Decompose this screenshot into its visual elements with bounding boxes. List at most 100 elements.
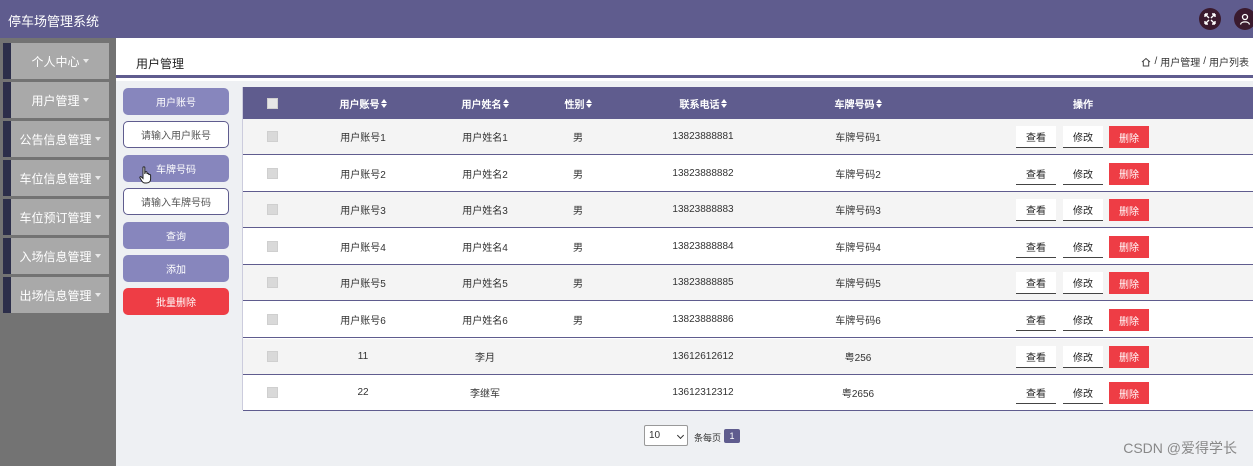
cell-gender: 男 — [573, 316, 583, 327]
cell-gender: 男 — [573, 206, 583, 218]
user-avatar-icon[interactable] — [1234, 8, 1253, 30]
view-button[interactable]: 查看 — [1016, 235, 1056, 258]
checkbox-cell — [261, 192, 283, 227]
column-header-gender[interactable]: 性别 — [543, 87, 613, 119]
delete-button[interactable]: 删除 — [1109, 272, 1149, 295]
caret-down-icon — [82, 98, 89, 102]
view-button[interactable]: 查看 — [1016, 162, 1056, 185]
cell-name: 用户姓名1 — [462, 133, 508, 144]
delete-button[interactable]: 删除 — [1109, 126, 1149, 148]
view-button[interactable]: 查看 — [1016, 199, 1056, 222]
cell-phone: 13823888883 — [672, 204, 734, 216]
cell-name: 用户姓名5 — [462, 279, 508, 291]
breadcrumb-separator: / — [1203, 56, 1206, 67]
delete-button[interactable]: 删除 — [1109, 199, 1149, 222]
row-checkbox[interactable] — [266, 277, 278, 289]
table-row: 用户账号2 用户姓名2 男 13823888882 车牌号码2 查看 修改 删除 — [243, 155, 1253, 192]
column-header-name[interactable]: 用户姓名 — [435, 87, 535, 119]
account-label: 用户账号 — [123, 88, 229, 115]
page-size-value: 10 — [649, 430, 661, 441]
sidebar-item-notice-management[interactable]: 公告信息管理 — [3, 121, 109, 157]
view-button[interactable]: 查看 — [1016, 309, 1056, 331]
edit-button[interactable]: 修改 — [1063, 162, 1103, 185]
column-header-plate[interactable]: 车牌号码 — [798, 87, 918, 119]
sidebar-item-user-management[interactable]: 用户管理 — [3, 82, 109, 118]
cell-phone: 13612312312 — [672, 387, 734, 399]
breadcrumb: / 用户管理 / 用户列表 — [1141, 54, 1249, 69]
sidebar: 个人中心 用户管理 公告信息管理 车位信息管理 车位预订管理 入场信息管理 出场… — [0, 38, 116, 466]
row-checkbox[interactable] — [266, 204, 278, 216]
fullscreen-icon[interactable] — [1199, 8, 1221, 30]
sidebar-item-exit-management[interactable]: 出场信息管理 — [3, 277, 109, 313]
row-checkbox[interactable] — [266, 240, 278, 252]
edit-button[interactable]: 修改 — [1063, 235, 1103, 258]
cell-phone: 13823888881 — [672, 131, 734, 142]
breadcrumb-user-management[interactable]: 用户管理 — [1160, 54, 1200, 69]
cell-name: 李月 — [475, 352, 495, 364]
row-checkbox[interactable] — [266, 167, 278, 179]
sidebar-item-label: 个人中心 — [31, 54, 80, 69]
sort-icon — [875, 98, 882, 108]
sidebar-item-personal-center[interactable]: 个人中心 — [3, 43, 109, 79]
column-header-account[interactable]: 用户账号 — [313, 87, 413, 119]
cell-phone: 13823888885 — [672, 277, 734, 289]
page-size-select[interactable]: 10 — [644, 425, 688, 446]
delete-button[interactable]: 删除 — [1109, 382, 1149, 405]
cell-phone: 13823888884 — [672, 240, 734, 252]
cell-plate: 车牌号码2 — [835, 169, 881, 181]
cell-gender — [543, 339, 613, 374]
query-button[interactable]: 查询 — [123, 222, 229, 249]
checkbox-cell — [261, 302, 283, 337]
edit-button[interactable]: 修改 — [1063, 345, 1103, 368]
batch-delete-button[interactable]: 批量删除 — [123, 288, 229, 315]
cell-phone: 13612612612 — [672, 350, 734, 362]
view-button[interactable]: 查看 — [1016, 382, 1056, 405]
sort-icon — [502, 98, 509, 108]
column-header-phone[interactable]: 联系电话 — [643, 87, 763, 119]
home-icon[interactable] — [1141, 57, 1151, 67]
view-button[interactable]: 查看 — [1016, 126, 1056, 148]
table-row: 用户账号1 用户姓名1 男 13823888881 车牌号码1 查看 修改 删除 — [243, 119, 1253, 155]
main-content: 用户管理 / 用户管理 / 用户列表 用户账号 请输入用户账号 车牌号码 请输入… — [116, 38, 1253, 466]
cell-account: 22 — [357, 387, 369, 399]
cell-account: 用户账号5 — [340, 279, 386, 291]
table-header: 用户账号 用户姓名 性别 联系电话 车牌号码 操作 — [243, 87, 1253, 119]
edit-button[interactable]: 修改 — [1063, 309, 1103, 331]
top-bar: 停车场管理系统 — [0, 0, 1253, 38]
header-bar: 用户管理 / 用户管理 / 用户列表 — [116, 38, 1253, 78]
table-row: 22 李继军 13612312312 粤2656 查看 修改 删除 — [243, 375, 1253, 412]
view-button[interactable]: 查看 — [1016, 345, 1056, 368]
sidebar-item-reservation-management[interactable]: 车位预订管理 — [3, 199, 109, 235]
row-checkbox[interactable] — [266, 131, 278, 142]
row-checkbox[interactable] — [266, 350, 278, 362]
plate-input[interactable]: 请输入车牌号码 — [123, 188, 229, 215]
cell-gender: 男 — [573, 279, 583, 291]
caret-down-icon — [94, 137, 101, 141]
sidebar-item-space-management[interactable]: 车位信息管理 — [3, 160, 109, 196]
delete-button[interactable]: 删除 — [1109, 309, 1149, 331]
delete-button[interactable]: 删除 — [1109, 345, 1149, 368]
delete-button[interactable]: 删除 — [1109, 162, 1149, 185]
sidebar-item-entry-management[interactable]: 入场信息管理 — [3, 238, 109, 274]
row-checkbox[interactable] — [266, 387, 278, 399]
page-button-current[interactable]: 1 — [724, 429, 740, 443]
cell-gender: 男 — [573, 242, 583, 254]
select-all-checkbox[interactable] — [266, 97, 278, 109]
checkbox-cell — [261, 339, 283, 374]
account-input[interactable]: 请输入用户账号 — [123, 121, 229, 148]
cell-gender: 男 — [573, 133, 583, 144]
row-checkbox[interactable] — [266, 314, 278, 325]
breadcrumb-separator: / — [1154, 56, 1158, 67]
edit-button[interactable]: 修改 — [1063, 272, 1103, 295]
column-label: 性别 — [564, 99, 585, 111]
delete-button[interactable]: 删除 — [1109, 235, 1149, 258]
edit-button[interactable]: 修改 — [1063, 382, 1103, 405]
add-button[interactable]: 添加 — [123, 255, 229, 282]
column-label: 用户账号 — [339, 99, 380, 111]
checkbox-cell — [261, 265, 283, 300]
cell-account: 用户账号1 — [340, 133, 386, 144]
view-button[interactable]: 查看 — [1016, 272, 1056, 295]
cell-phone: 13823888882 — [672, 167, 734, 179]
edit-button[interactable]: 修改 — [1063, 199, 1103, 222]
edit-button[interactable]: 修改 — [1063, 126, 1103, 148]
